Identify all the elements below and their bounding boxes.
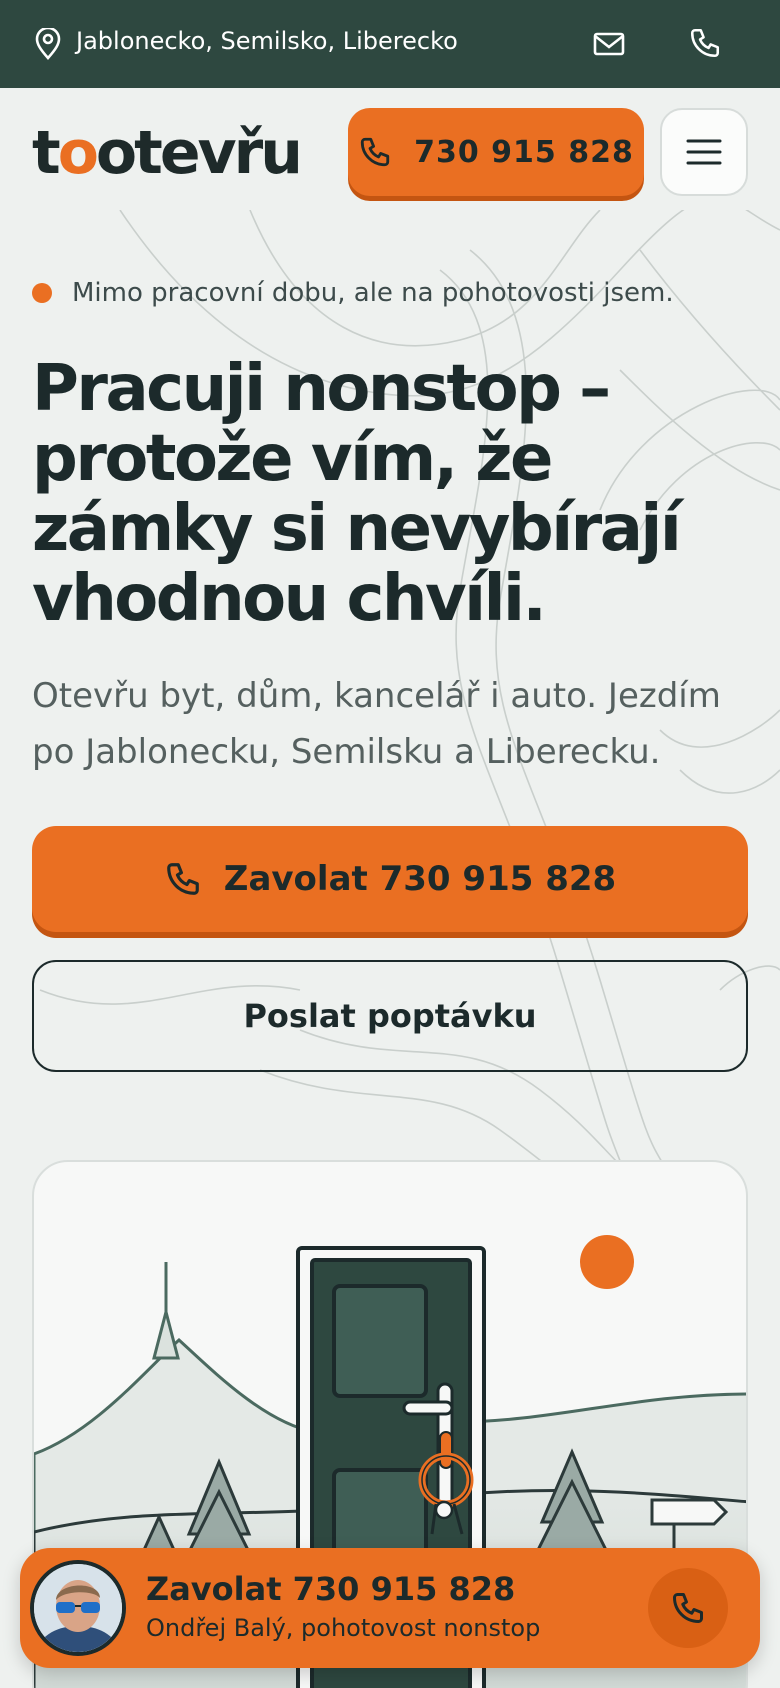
- send-inquiry-button[interactable]: Poslat poptávku: [32, 960, 748, 1072]
- phone-icon: [360, 137, 390, 167]
- site-logo[interactable]: tootevřu: [32, 118, 303, 188]
- status-dot: [32, 283, 52, 303]
- availability-status: Mimo pracovní dobu, ale na pohotovosti j…: [32, 278, 674, 308]
- hamburger-menu-icon: [686, 139, 722, 165]
- status-text: Mimo pracovní dobu, ale na pohotovosti j…: [72, 278, 674, 308]
- hero-subtitle: Otevřu byt, dům, kancelář i auto. Jezdím…: [32, 676, 721, 772]
- sticky-call-bar[interactable]: Zavolat 730 915 828 Ondřej Balý, pohotov…: [20, 1548, 760, 1668]
- call-button-label: Zavolat 730 915 828: [223, 859, 617, 899]
- top-bar: Jablonecko, Semilsko, Liberecko: [0, 0, 780, 88]
- phone-icon: [673, 1593, 703, 1623]
- sticky-call-subtitle: Ondřej Balý, pohotovost nonstop: [146, 1614, 541, 1642]
- header-call-label: 730 915 828: [414, 134, 634, 170]
- hero-title: Pracuji nonstop – protože vím, že zámky …: [32, 352, 682, 636]
- sticky-phone-button[interactable]: [648, 1568, 728, 1648]
- map-pin-icon: [35, 28, 61, 60]
- phone-icon: [166, 863, 199, 895]
- sticky-call-title: Zavolat 730 915 828: [146, 1570, 516, 1608]
- header-call-button[interactable]: 730 915 828: [348, 108, 644, 196]
- call-button[interactable]: Zavolat 730 915 828: [32, 826, 748, 932]
- menu-button[interactable]: [660, 108, 748, 196]
- phone-icon[interactable]: [688, 26, 722, 60]
- send-inquiry-label: Poslat poptávku: [243, 997, 537, 1035]
- mail-icon[interactable]: [592, 28, 626, 60]
- service-region-text: Jablonecko, Semilsko, Liberecko: [76, 27, 458, 55]
- avatar: [30, 1560, 126, 1656]
- person-avatar-icon: [34, 1564, 122, 1652]
